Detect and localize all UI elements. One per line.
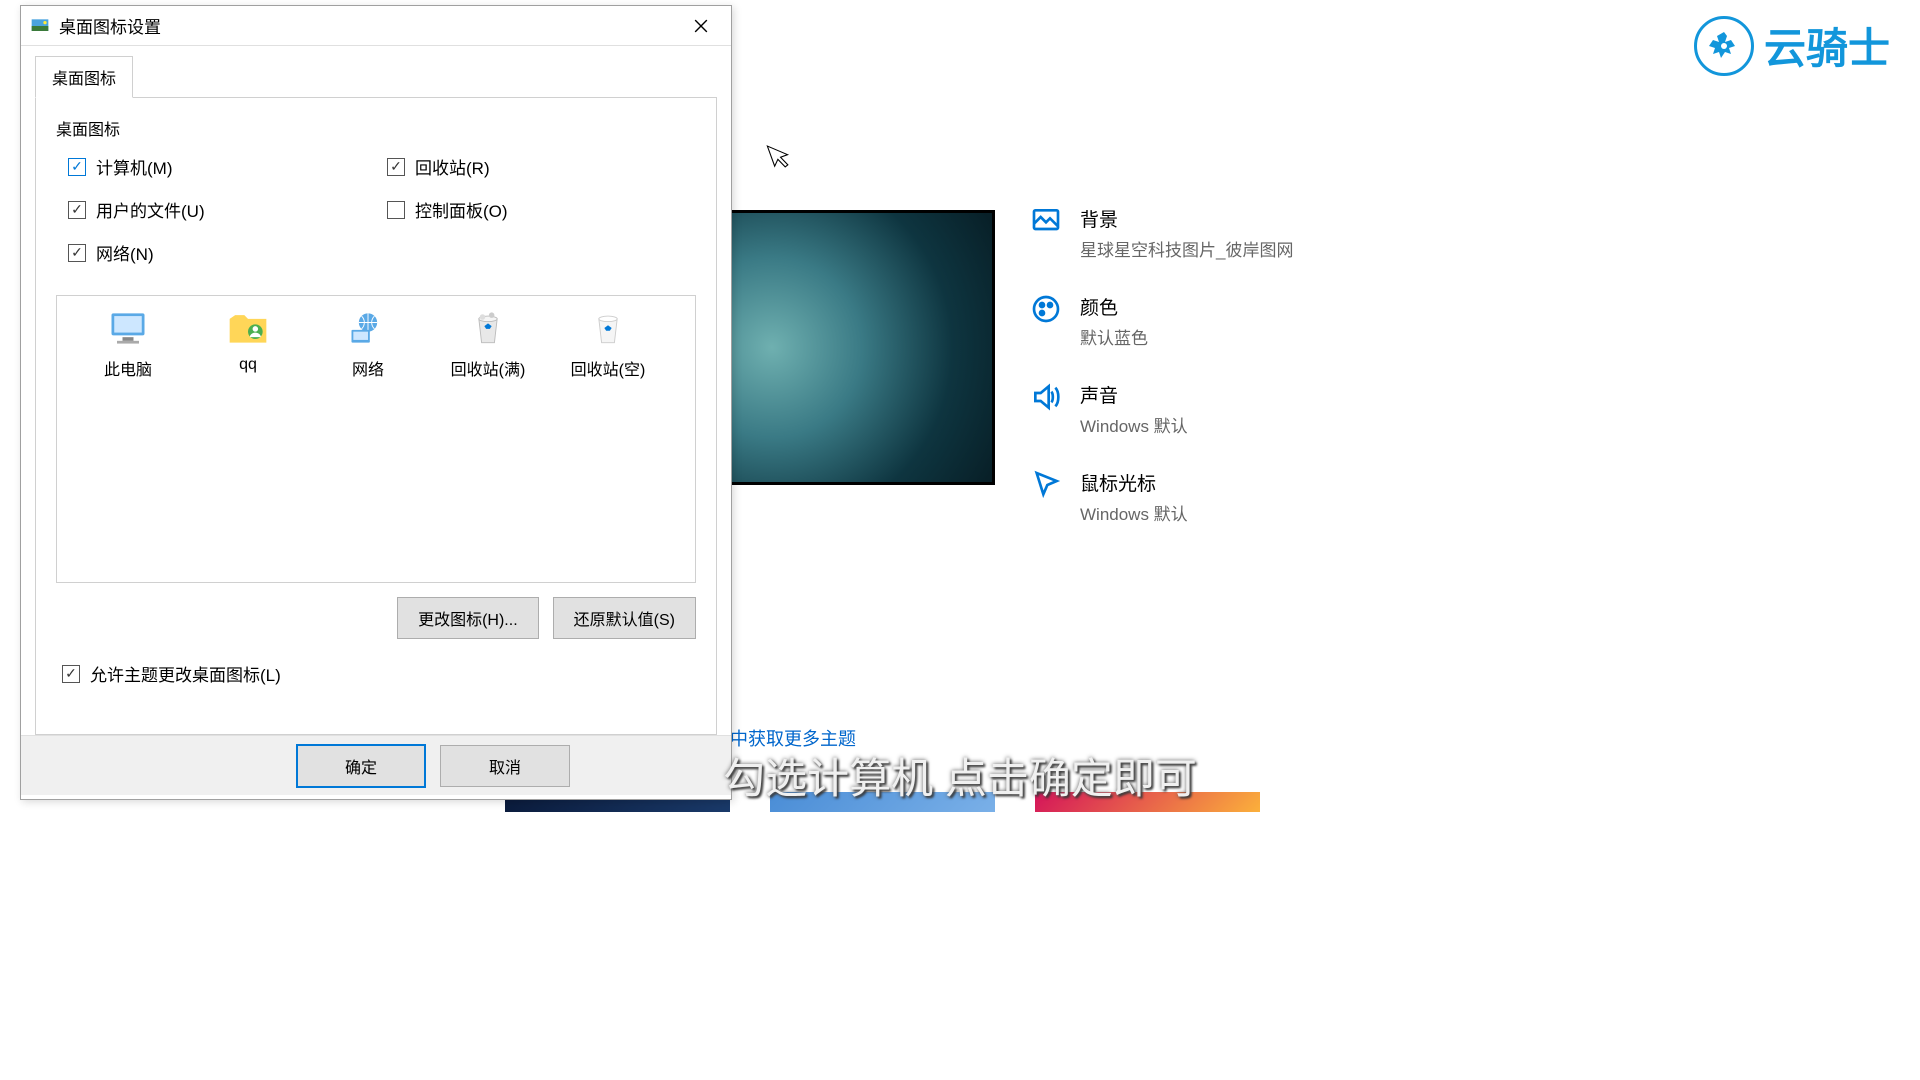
- knight-icon: [1694, 16, 1754, 76]
- icon-recycle-empty[interactable]: 回收站(空): [553, 308, 663, 380]
- side-sub: Windows 默认: [1080, 412, 1430, 437]
- folder-user-icon: [224, 308, 272, 348]
- checkbox-label: 回收站(R): [415, 154, 490, 179]
- icon-label: 此电脑: [104, 356, 152, 380]
- side-item-background[interactable]: 背景 星球星空科技图片_彼岸图网: [1030, 205, 1430, 261]
- dialog-footer: 确定 取消: [21, 735, 731, 795]
- checkbox-icon: ✓: [68, 244, 86, 262]
- personalization-side-list: 背景 星球星空科技图片_彼岸图网 颜色 默认蓝色 声音 Windows 默认 鼠…: [1030, 205, 1430, 557]
- checkbox-icon: ✓: [68, 201, 86, 219]
- sound-icon: [1030, 381, 1062, 413]
- checkbox-label: 允许主题更改桌面图标(L): [90, 661, 281, 686]
- mouse-cursor: [764, 137, 797, 179]
- checkbox-label: 计算机(M): [96, 154, 172, 179]
- close-button[interactable]: [678, 11, 723, 41]
- titlebar[interactable]: 桌面图标设置: [21, 6, 731, 46]
- desktop-icon-settings-dialog: 桌面图标设置 桌面图标 桌面图标 ✓ 计算机(M) ✓ 回收站(R) ✓ 用户的…: [20, 5, 732, 800]
- checkbox-recycle-bin[interactable]: ✓ 回收站(R): [387, 154, 696, 179]
- change-icon-button[interactable]: 更改图标(H)...: [397, 597, 539, 639]
- tab-content: 桌面图标 ✓ 计算机(M) ✓ 回收站(R) ✓ 用户的文件(U) 控制面板(O…: [35, 97, 717, 735]
- checkbox-allow-theme[interactable]: ✓ 允许主题更改桌面图标(L): [62, 661, 696, 686]
- ok-button[interactable]: 确定: [296, 744, 426, 788]
- icon-label: qq: [239, 356, 257, 374]
- checkbox-user-files[interactable]: ✓ 用户的文件(U): [68, 197, 377, 222]
- icon-label: 网络: [352, 356, 384, 380]
- watermark-logo: 云骑士: [1694, 15, 1890, 76]
- checkbox-icon: ✓: [62, 665, 80, 683]
- video-subtitle: 勾选计算机 点击确定即可: [723, 745, 1197, 806]
- image-icon: [1030, 205, 1062, 237]
- checkbox-network[interactable]: ✓ 网络(N): [68, 240, 377, 265]
- side-title: 鼠标光标: [1080, 469, 1430, 496]
- side-item-color[interactable]: 颜色 默认蓝色: [1030, 293, 1430, 349]
- checkbox-label: 用户的文件(U): [96, 197, 205, 222]
- checkbox-control-panel[interactable]: 控制面板(O): [387, 197, 696, 222]
- app-icon: [29, 15, 51, 37]
- computer-icon: [104, 308, 152, 348]
- side-title: 声音: [1080, 381, 1430, 408]
- icon-label: 回收站(空): [571, 356, 646, 380]
- checkbox-label: 网络(N): [96, 240, 154, 265]
- watermark-text: 云骑士: [1764, 15, 1890, 76]
- checkbox-icon: ✓: [387, 158, 405, 176]
- icon-label: 回收站(满): [451, 356, 526, 380]
- checkbox-computer[interactable]: ✓ 计算机(M): [68, 154, 377, 179]
- recycle-full-icon: [464, 308, 512, 348]
- side-item-sound[interactable]: 声音 Windows 默认: [1030, 381, 1430, 437]
- icon-network[interactable]: 网络: [313, 308, 423, 380]
- side-sub: 默认蓝色: [1080, 324, 1430, 349]
- side-title: 颜色: [1080, 293, 1430, 320]
- dialog-title: 桌面图标设置: [59, 13, 678, 38]
- icon-this-pc[interactable]: 此电脑: [73, 308, 183, 380]
- tab-desktop-icons[interactable]: 桌面图标: [35, 56, 133, 98]
- icon-user-folder[interactable]: qq: [193, 308, 303, 374]
- checkbox-icon: [387, 201, 405, 219]
- cancel-button[interactable]: 取消: [440, 745, 570, 787]
- cursor-icon: [1030, 469, 1062, 501]
- checkbox-label: 控制面板(O): [415, 197, 508, 222]
- network-icon: [344, 308, 392, 348]
- fieldset-label: 桌面图标: [56, 116, 696, 140]
- palette-icon: [1030, 293, 1062, 325]
- side-title: 背景: [1080, 205, 1430, 232]
- side-sub: Windows 默认: [1080, 500, 1430, 525]
- restore-defaults-button[interactable]: 还原默认值(S): [553, 597, 696, 639]
- side-sub: 星球星空科技图片_彼岸图网: [1080, 236, 1430, 261]
- side-item-cursor[interactable]: 鼠标光标 Windows 默认: [1030, 469, 1430, 525]
- recycle-empty-icon: [584, 308, 632, 348]
- checkbox-icon: ✓: [68, 158, 86, 176]
- icon-preview-box: 此电脑 qq 网络 回: [56, 295, 696, 583]
- icon-recycle-full[interactable]: 回收站(满): [433, 308, 543, 380]
